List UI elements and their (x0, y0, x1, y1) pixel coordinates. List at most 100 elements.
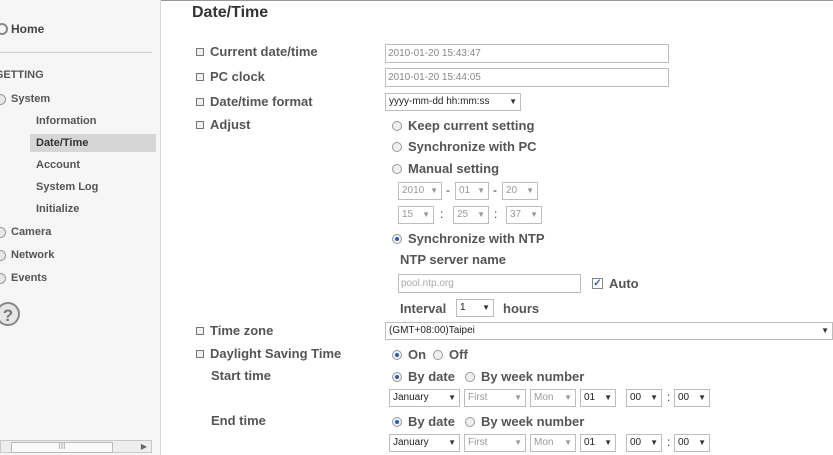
end-month-select[interactable]: January ▼ (389, 434, 460, 452)
end-weekday-value: Mon (534, 437, 554, 448)
end-minute-select[interactable]: 00 ▼ (674, 434, 710, 452)
nav-network[interactable]: Network (0, 246, 54, 264)
bullet-icon (196, 97, 204, 106)
radio-selected-icon (392, 371, 402, 382)
radio-sync-pc[interactable]: Synchronize with PC (392, 139, 537, 154)
chevron-down-icon: ▼ (448, 438, 456, 447)
radio-selected-icon (392, 349, 402, 360)
time-zone-text: Time zone (210, 323, 274, 338)
time-zone-select[interactable]: (GMT+08:00)Taipei ▼ (385, 322, 833, 340)
month-value: 01 (459, 185, 471, 196)
auto-checkbox[interactable]: ✓ Auto (592, 276, 639, 291)
interval-select[interactable]: 1 ▼ (456, 299, 494, 317)
nav-home[interactable]: Home (0, 22, 44, 36)
radio-dst-off[interactable]: Off (433, 347, 468, 362)
datetime-format-value: yyyy-mm-dd hh:mm:ss (389, 96, 490, 107)
chevron-down-icon: ▼ (514, 438, 522, 447)
radio-keep-label: Keep current setting (408, 118, 535, 133)
end-weekday-select[interactable]: Mon ▼ (530, 434, 576, 452)
pc-clock-field: 2010-01-20 15:44:05 (385, 68, 669, 87)
time-zone-value: (GMT+08:00)Taipei (389, 325, 475, 336)
dst-text: Daylight Saving Time (210, 346, 342, 361)
hour-select[interactable]: 15 ▼ (398, 206, 434, 224)
radio-icon (465, 371, 475, 382)
radio-end-by-date[interactable]: By date (392, 414, 455, 429)
radio-icon (392, 163, 402, 174)
expand-icon (0, 93, 6, 105)
datetime-format-select[interactable]: yyyy-mm-dd hh:mm:ss ▼ (385, 93, 521, 111)
nav-system-log[interactable]: System Log (36, 178, 98, 196)
help-icon[interactable]: ? (0, 302, 20, 326)
radio-end-by-week[interactable]: By week number (465, 414, 584, 429)
radio-start-by-week-label: By week number (481, 369, 585, 384)
radio-start-by-week[interactable]: By week number (465, 369, 584, 384)
start-week-value: First (468, 392, 488, 403)
chevron-down-icon: ▼ (564, 393, 572, 402)
end-week-select[interactable]: First ▼ (464, 434, 526, 452)
radio-sync-ntp[interactable]: Synchronize with NTP (392, 231, 545, 246)
datetime-format-label: Date/time format (196, 94, 313, 109)
nav-camera[interactable]: Camera (0, 223, 51, 241)
current-datetime-label: Current date/time (196, 44, 318, 59)
bullet-icon (196, 120, 204, 129)
nav-initialize[interactable]: Initialize (36, 200, 79, 218)
start-hour-select[interactable]: 00 ▼ (626, 389, 662, 407)
minute-select[interactable]: 25 ▼ (453, 206, 489, 224)
scroll-right-icon[interactable]: ▶ (141, 441, 147, 452)
time-zone-label: Time zone (196, 323, 273, 338)
radio-icon (392, 120, 402, 131)
time-separator: : (440, 207, 444, 221)
hours-label: hours (503, 301, 540, 316)
horizontal-scrollbar[interactable]: III ▶ (0, 440, 152, 453)
radio-dst-off-label: Off (449, 347, 468, 362)
end-day-select[interactable]: 01 ▼ (580, 434, 616, 452)
nav-network-label: Network (11, 249, 55, 261)
nav-datetime[interactable]: Date/Time (30, 134, 156, 152)
radio-manual[interactable]: Manual setting (392, 161, 499, 176)
chevron-down-icon: ▼ (698, 438, 706, 447)
bullet-icon (196, 349, 204, 358)
radio-dst-on-label: On (408, 347, 427, 362)
time-separator: : (667, 435, 671, 449)
nav-information[interactable]: Information (36, 112, 97, 130)
start-week-select[interactable]: First ▼ (464, 389, 526, 407)
start-weekday-value: Mon (534, 392, 554, 403)
datetime-format-text: Date/time format (210, 94, 313, 109)
nav-account[interactable]: Account (36, 156, 80, 174)
radio-end-by-week-label: By week number (481, 414, 585, 429)
start-day-select[interactable]: 01 ▼ (580, 389, 616, 407)
nav-events[interactable]: Events (0, 269, 47, 287)
expand-icon (0, 272, 6, 284)
month-select[interactable]: 01 ▼ (455, 182, 489, 200)
time-separator: : (667, 390, 671, 404)
ntp-server-input[interactable]: pool.ntp.org (398, 274, 581, 293)
radio-end-by-date-label: By date (408, 414, 455, 429)
nav-camera-label: Camera (11, 226, 52, 238)
start-hour-value: 00 (630, 392, 642, 403)
radio-sync-pc-label: Synchronize with PC (408, 139, 537, 154)
chevron-down-icon: ▼ (604, 438, 612, 447)
radio-icon (465, 416, 475, 427)
sidebar: Home SETTING System Information Date/Tim… (0, 0, 161, 455)
setting-heading: SETTING (0, 69, 44, 81)
checkbox-checked-icon: ✓ (592, 278, 603, 289)
day-select[interactable]: 20 ▼ (502, 182, 538, 200)
end-hour-select[interactable]: 00 ▼ (626, 434, 662, 452)
bullet-icon (196, 47, 204, 56)
chevron-down-icon: ▼ (482, 303, 490, 312)
start-month-select[interactable]: January ▼ (389, 389, 460, 407)
second-value: 37 (510, 209, 522, 220)
start-weekday-select[interactable]: Mon ▼ (530, 389, 576, 407)
year-select[interactable]: 2010 ▼ (398, 182, 442, 200)
chevron-down-icon: ▼ (821, 326, 829, 335)
scrollbar-thumb[interactable]: III (11, 442, 113, 453)
start-minute-select[interactable]: 00 ▼ (674, 389, 710, 407)
second-select[interactable]: 37 ▼ (506, 206, 542, 224)
radio-dst-on[interactable]: On (392, 347, 426, 362)
chevron-down-icon: ▼ (448, 393, 456, 402)
nav-system[interactable]: System (0, 90, 50, 108)
expand-icon (0, 226, 6, 238)
radio-start-by-date[interactable]: By date (392, 369, 455, 384)
expand-icon (0, 249, 6, 261)
radio-keep-current[interactable]: Keep current setting (392, 118, 534, 133)
